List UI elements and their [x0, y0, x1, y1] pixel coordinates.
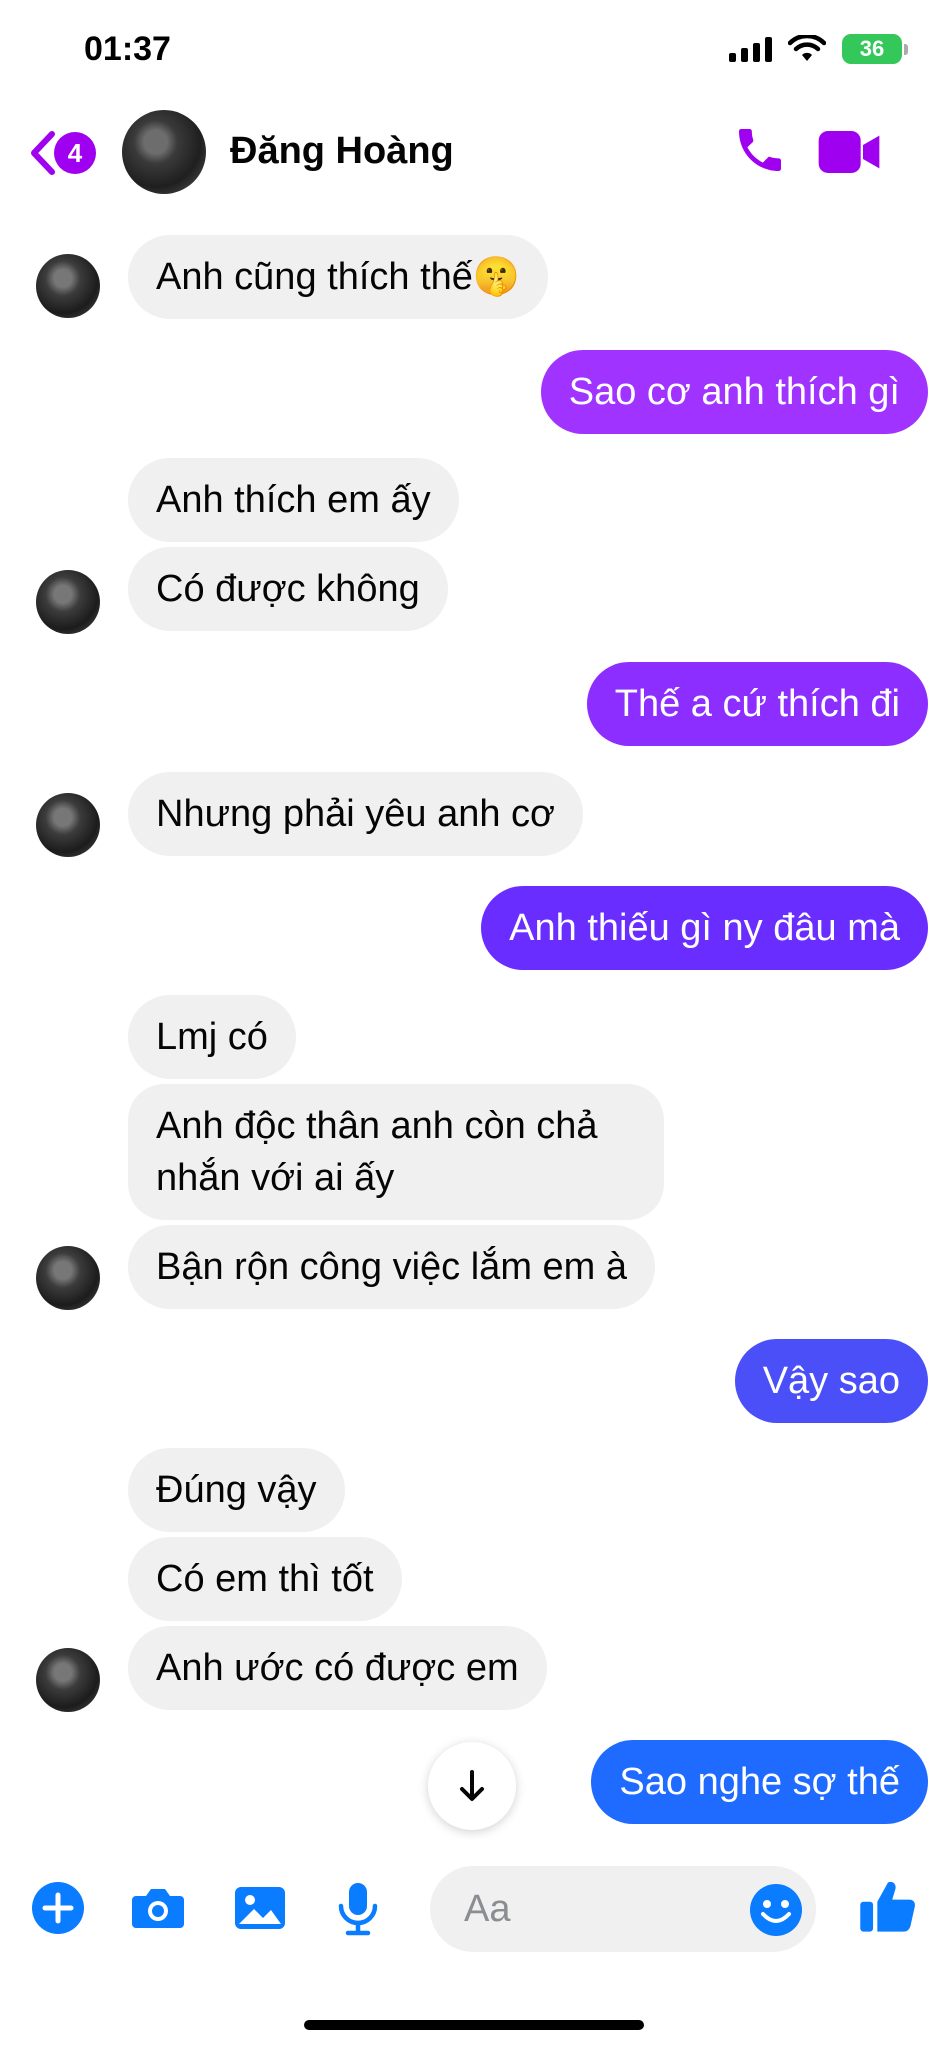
outgoing-message[interactable]: Sao nghe sợ thế	[591, 1740, 928, 1824]
camera-icon[interactable]	[128, 1878, 188, 1938]
plus-icon[interactable]	[28, 1878, 88, 1938]
status-icons: 36	[729, 34, 908, 64]
avatar	[36, 254, 100, 318]
chat-header: 4 Đăng Hoàng	[0, 100, 946, 204]
incoming-message[interactable]: Đúng vậy	[128, 1448, 345, 1532]
battery-icon: 36	[842, 34, 908, 64]
incoming-message[interactable]: Anh độc thân anh còn chả nhắn với ai ấy	[128, 1084, 664, 1220]
outgoing-message[interactable]: Vậy sao	[734, 1339, 928, 1423]
incoming-message[interactable]: Anh thích em ấy	[128, 458, 459, 542]
image-icon[interactable]	[230, 1878, 290, 1938]
battery-level: 36	[859, 36, 885, 61]
status-bar: 01:37 36	[0, 0, 946, 100]
incoming-message[interactable]: Anh ước có được em	[128, 1626, 547, 1710]
scroll-down-button[interactable]	[428, 1742, 516, 1830]
back-button[interactable]: 4	[28, 130, 96, 176]
composer-bar: Aa	[0, 1850, 946, 1970]
video-camera-icon[interactable]	[816, 124, 882, 180]
incoming-message[interactable]: Nhưng phải yêu anh cơ	[128, 772, 583, 856]
wifi-icon	[788, 35, 826, 61]
incoming-message[interactable]: Bận rộn công việc lắm em à	[128, 1225, 656, 1309]
outgoing-message[interactable]: Thế a cứ thích đi	[586, 662, 928, 746]
incoming-message[interactable]: Anh cũng thích thế🤫	[128, 235, 549, 319]
signal-icon	[729, 36, 772, 62]
avatar	[36, 1648, 100, 1712]
phone-icon[interactable]	[732, 122, 788, 178]
message-text: Anh độc thân anh còn chả nhắn với ai ấy	[156, 1105, 598, 1199]
incoming-message[interactable]: Có được không	[128, 547, 448, 631]
avatar	[36, 570, 100, 634]
contact-name[interactable]: Đăng Hoàng	[230, 130, 454, 173]
unread-badge: 4	[54, 132, 96, 174]
incoming-message[interactable]: Có em thì tốt	[128, 1537, 402, 1621]
incoming-message[interactable]: Lmj có	[128, 995, 296, 1079]
thumbs-up-icon[interactable]	[856, 1874, 920, 1938]
arrow-down-icon	[460, 1770, 484, 1801]
avatar[interactable]	[122, 110, 206, 194]
outgoing-message[interactable]: Sao cơ anh thích gì	[540, 350, 928, 434]
microphone-icon[interactable]	[328, 1878, 388, 1938]
home-indicator	[304, 2020, 644, 2030]
status-time: 01:37	[84, 30, 171, 68]
avatar	[36, 793, 100, 857]
outgoing-message[interactable]: Anh thiếu gì ny đâu mà	[481, 886, 928, 970]
smiley-icon[interactable]	[746, 1880, 806, 1940]
message-thread: Anh cũng thích thế🤫 Sao cơ anh thích gì …	[0, 204, 946, 1844]
message-input-placeholder: Aa	[464, 1887, 511, 1930]
avatar	[36, 1246, 100, 1310]
